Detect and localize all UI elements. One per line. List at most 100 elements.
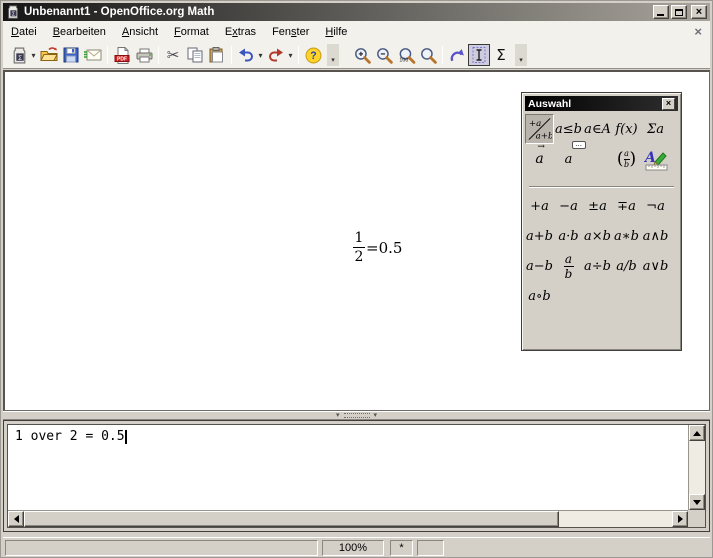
arrow-up-icon xyxy=(693,431,701,436)
new-formula-button[interactable]: Σ xyxy=(8,44,30,66)
svg-text:100: 100 xyxy=(399,57,408,63)
save-icon xyxy=(63,47,79,63)
status-panel-extra xyxy=(417,540,444,556)
scroll-right-button[interactable] xyxy=(672,511,688,527)
zoom-in-button[interactable] xyxy=(351,44,373,66)
category-set-operations[interactable]: a∈A xyxy=(583,114,612,144)
undo-dropdown-arrow[interactable]: ▾ xyxy=(256,51,265,60)
category-functions[interactable]: f(x) xyxy=(612,114,641,144)
palette-symbol-minus-plus-a[interactable]: ∓a xyxy=(612,199,641,214)
print-button[interactable] xyxy=(133,44,155,66)
zoom-out-button[interactable] xyxy=(373,44,395,66)
minimize-icon xyxy=(657,14,664,16)
horizontal-scrollbar[interactable] xyxy=(8,510,688,527)
palette-title-bar[interactable]: Auswahl × xyxy=(525,96,678,111)
toolbar: Σ ▾ PDF ✂ ▾ xyxy=(3,42,710,69)
svg-text:Σ: Σ xyxy=(18,54,22,61)
palette-symbol-a-or-b[interactable]: a∨b xyxy=(641,259,670,274)
paste-button[interactable] xyxy=(206,44,228,66)
undo-button[interactable] xyxy=(235,44,257,66)
category-attributes[interactable]: a xyxy=(525,144,554,174)
palette-close-button[interactable]: × xyxy=(662,98,675,110)
splitter-arrow-icon: ▾ xyxy=(336,412,340,419)
minimize-button[interactable] xyxy=(653,5,669,19)
export-pdf-button[interactable]: PDF xyxy=(111,44,133,66)
toolbar-overflow-button[interactable]: ▾ xyxy=(515,44,527,66)
palette-symbol-plus-a[interactable]: +a xyxy=(525,199,554,214)
command-input[interactable]: 1 over 2 = 0.5 xyxy=(8,425,688,510)
arrow-left-icon xyxy=(14,515,19,523)
menu-bearbeiten[interactable]: Bearbeiten xyxy=(45,23,114,41)
status-zoom-level[interactable]: 100% xyxy=(322,540,384,556)
help-icon: ? xyxy=(305,47,322,64)
scrollbar-track[interactable] xyxy=(559,511,672,527)
maximize-button[interactable] xyxy=(671,5,687,19)
toolbar-overflow-button[interactable]: ▾ xyxy=(327,44,339,66)
save-button[interactable] xyxy=(60,44,82,66)
rendered-formula: 1 2 =0.5 xyxy=(353,231,402,264)
window-splitter[interactable]: ▾ ▾ xyxy=(3,411,710,420)
scroll-up-button[interactable] xyxy=(689,425,705,441)
category-brackets[interactable]: (ab) xyxy=(612,144,641,174)
catalog-button[interactable]: Σ xyxy=(490,44,512,66)
brackets-icon: (ab) xyxy=(617,149,636,169)
update-icon xyxy=(449,48,466,63)
scrollbar-thumb[interactable] xyxy=(24,511,559,527)
close-document-button[interactable]: × xyxy=(694,25,702,38)
category-formats[interactable]: A xyxy=(641,144,670,174)
copy-icon xyxy=(187,47,203,63)
palette-symbol-a-times-b[interactable]: a×b xyxy=(583,229,612,244)
zoom-100-button[interactable]: 100 xyxy=(395,44,417,66)
zoom-full-icon xyxy=(420,47,437,64)
palette-symbol-a-minus-b[interactable]: a−b xyxy=(525,259,554,274)
menu-extras[interactable]: Extras xyxy=(217,23,264,41)
copy-button[interactable] xyxy=(184,44,206,66)
formula-cursor-button[interactable] xyxy=(468,44,490,66)
palette-symbol-a-slash-b[interactable]: a/b xyxy=(612,259,641,274)
scroll-left-button[interactable] xyxy=(8,511,24,527)
palette-symbol-a-circ-b[interactable]: a∘b xyxy=(525,289,554,304)
svg-text:?: ? xyxy=(310,50,316,62)
palette-symbol-a-plus-b[interactable]: a+b xyxy=(525,229,554,244)
scroll-down-button[interactable] xyxy=(689,494,705,510)
menu-datei[interactable]: Datei xyxy=(3,23,45,41)
menu-format[interactable]: Format xyxy=(166,23,217,41)
menu-ansicht[interactable]: Ansicht xyxy=(114,23,166,41)
zoom-full-button[interactable] xyxy=(417,44,439,66)
palette-symbol-plus-minus-a[interactable]: ±a xyxy=(583,199,612,214)
title-bar[interactable]: Σ Unbenannt1 - OpenOffice.org Math × xyxy=(3,3,710,21)
close-button[interactable]: × xyxy=(691,5,707,19)
splitter-handle-icon xyxy=(344,413,370,418)
palette-symbol-a-ast-b[interactable]: a∗b xyxy=(612,229,641,244)
palette-symbol-a-cdot-b[interactable]: a·b xyxy=(554,229,583,244)
palette-symbol-a-and-b[interactable]: a∧b xyxy=(641,229,670,244)
svg-text:PDF: PDF xyxy=(117,56,127,62)
update-button[interactable] xyxy=(446,44,468,66)
category-empty xyxy=(583,144,612,174)
menu-hilfe[interactable]: Hilfe xyxy=(317,23,355,41)
svg-text:+a: +a xyxy=(529,119,541,129)
palette-symbol-not-a[interactable]: ¬a xyxy=(641,199,670,214)
help-button[interactable]: ? xyxy=(302,44,324,66)
redo-dropdown-arrow[interactable]: ▾ xyxy=(286,51,295,60)
palette-symbol-minus-a[interactable]: −a xyxy=(554,199,583,214)
vector-a-icon: a xyxy=(535,151,543,167)
formula-fraction: 1 2 xyxy=(353,231,365,264)
category-unary-binary-operators[interactable]: +aa+b xyxy=(525,114,554,144)
open-button[interactable] xyxy=(38,44,60,66)
formats-icon: A xyxy=(643,147,669,171)
cut-button[interactable]: ✂ xyxy=(162,44,184,66)
redo-button[interactable] xyxy=(265,44,287,66)
toolbar-separator xyxy=(442,46,443,64)
email-button[interactable] xyxy=(82,44,104,66)
palette-symbol-a-over-b[interactable]: ab xyxy=(554,253,583,280)
text-cursor xyxy=(125,430,127,444)
vertical-scrollbar[interactable] xyxy=(688,425,705,510)
palette-symbol-a-div-b[interactable]: a÷b xyxy=(583,259,612,274)
menu-fenster[interactable]: Fenster xyxy=(264,23,317,41)
category-others[interactable]: a... xyxy=(554,144,583,174)
palette-categories: +aa+b a≤b a∈A f(x) Σa a a... (ab) A xyxy=(525,114,678,174)
category-operators[interactable]: Σa xyxy=(641,114,670,144)
new-dropdown-arrow[interactable]: ▾ xyxy=(29,51,38,60)
paste-icon xyxy=(209,47,225,63)
